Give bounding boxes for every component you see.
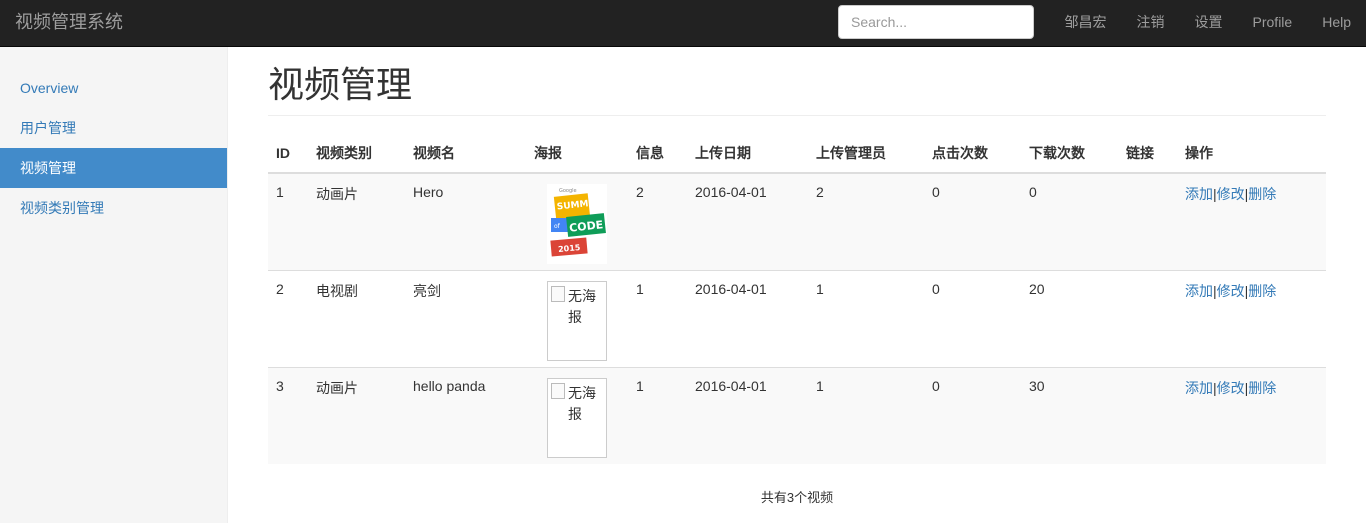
- delete-link[interactable]: 删除: [1248, 380, 1276, 396]
- page-header: 视频管理: [268, 65, 1326, 116]
- poster-image: Google SUMMER of CODE 2015: [547, 184, 607, 264]
- cell-name: 亮剑: [405, 269, 526, 367]
- cell-name: hello panda: [405, 366, 526, 464]
- cell-link: [1118, 366, 1177, 464]
- video-table: ID 视频类别 视频名 海报 信息 上传日期 上传管理员 点击次数 下载次数 链…: [268, 133, 1326, 464]
- sidebar-item-video-category-management[interactable]: 视频类别管理: [0, 188, 227, 228]
- poster-alt-text: 无海报: [568, 287, 596, 325]
- cell-actions: 添加|修改|删除: [1177, 366, 1326, 464]
- delete-link[interactable]: 删除: [1248, 283, 1276, 299]
- cell-date: 2016-04-01: [687, 173, 808, 270]
- add-link[interactable]: 添加: [1185, 186, 1213, 202]
- cell-admin: 1: [808, 269, 924, 367]
- col-upload-date: 上传日期: [687, 133, 808, 174]
- nav-logout[interactable]: 注销: [1122, 0, 1180, 47]
- video-count: 共有3个视频: [760, 490, 834, 505]
- cell-id: 3: [268, 366, 308, 464]
- cell-info: 1: [628, 269, 687, 367]
- sidebar-item-video-management[interactable]: 视频管理: [0, 148, 227, 188]
- table-row: 1 动画片 Hero Google SUMMER of CODE 2015 2 …: [268, 173, 1326, 270]
- edit-link[interactable]: 修改: [1217, 283, 1245, 299]
- cell-link: [1118, 269, 1177, 367]
- nav-links: 邹昌宏 注销 设置 Profile Help: [1050, 0, 1366, 47]
- broken-image-icon: [551, 382, 565, 399]
- cell-actions: 添加|修改|删除: [1177, 173, 1326, 270]
- col-name: 视频名: [405, 133, 526, 174]
- cell-info: 2: [628, 173, 687, 270]
- search-input[interactable]: [838, 5, 1034, 39]
- cell-downloads: 0: [1021, 173, 1118, 270]
- table-row: 2 电视剧 亮剑 无海报 1 2016-04-01 1 0 20 添加|修改|删…: [268, 269, 1326, 367]
- table-row: 3 动画片 hello panda 无海报 1 2016-04-01 1 0 3…: [268, 366, 1326, 464]
- poster-alt-text: 无海报: [568, 384, 596, 422]
- cell-poster: 无海报: [526, 366, 628, 464]
- cell-category: 动画片: [308, 366, 405, 464]
- table-header-row: ID 视频类别 视频名 海报 信息 上传日期 上传管理员 点击次数 下载次数 链…: [268, 133, 1326, 174]
- add-link[interactable]: 添加: [1185, 283, 1213, 299]
- cell-clicks: 0: [924, 173, 1021, 270]
- col-info: 信息: [628, 133, 687, 174]
- cell-poster: 无海报: [526, 269, 628, 367]
- brand-title[interactable]: 视频管理系统: [15, 10, 123, 34]
- cell-info: 1: [628, 366, 687, 464]
- edit-link[interactable]: 修改: [1217, 380, 1245, 396]
- sidebar-item-overview[interactable]: Overview: [0, 68, 227, 108]
- cell-downloads: 30: [1021, 366, 1118, 464]
- col-actions: 操作: [1177, 133, 1326, 174]
- poster-missing: 无海报: [547, 377, 607, 458]
- logo-brand: Google: [559, 188, 577, 194]
- cell-admin: 2: [808, 173, 924, 270]
- delete-link[interactable]: 删除: [1248, 186, 1276, 202]
- nav-user-name[interactable]: 邹昌宏: [1050, 0, 1122, 47]
- cell-id: 2: [268, 269, 308, 367]
- logo-line2: of: [554, 223, 561, 230]
- col-id: ID: [268, 133, 308, 174]
- nav-help[interactable]: Help: [1307, 0, 1366, 47]
- col-category: 视频类别: [308, 133, 405, 174]
- col-downloads: 下载次数: [1021, 133, 1118, 174]
- cell-category: 电视剧: [308, 269, 405, 367]
- add-link[interactable]: 添加: [1185, 380, 1213, 396]
- cell-date: 2016-04-01: [687, 366, 808, 464]
- cell-link: [1118, 173, 1177, 270]
- cell-poster: Google SUMMER of CODE 2015: [526, 173, 628, 270]
- col-link: 链接: [1118, 133, 1177, 174]
- cell-downloads: 20: [1021, 269, 1118, 367]
- cell-clicks: 0: [924, 366, 1021, 464]
- cell-actions: 添加|修改|删除: [1177, 269, 1326, 367]
- cell-date: 2016-04-01: [687, 269, 808, 367]
- cell-id: 1: [268, 173, 308, 270]
- page-title: 视频管理: [268, 64, 413, 105]
- poster-missing: 无海报: [547, 280, 607, 361]
- sidebar-nav: Overview 用户管理 视频管理 视频类别管理: [0, 68, 227, 228]
- col-upload-admin: 上传管理员: [808, 133, 924, 174]
- cell-category: 动画片: [308, 173, 405, 270]
- col-clicks: 点击次数: [924, 133, 1021, 174]
- nav-profile[interactable]: Profile: [1238, 0, 1308, 47]
- nav-settings[interactable]: 设置: [1180, 0, 1238, 47]
- sidebar-item-user-management[interactable]: 用户管理: [0, 108, 227, 148]
- cell-clicks: 0: [924, 269, 1021, 367]
- cell-name: Hero: [405, 173, 526, 270]
- cell-admin: 1: [808, 366, 924, 464]
- summer-of-code-logo-icon: Google SUMMER of CODE 2015: [547, 184, 607, 264]
- col-poster: 海报: [526, 133, 628, 174]
- edit-link[interactable]: 修改: [1217, 186, 1245, 202]
- broken-image-icon: [551, 285, 565, 302]
- sidebar: Overview 用户管理 视频管理 视频类别管理: [0, 47, 228, 523]
- top-navbar: 视频管理系统 邹昌宏 注销 设置 Profile Help: [0, 0, 1366, 47]
